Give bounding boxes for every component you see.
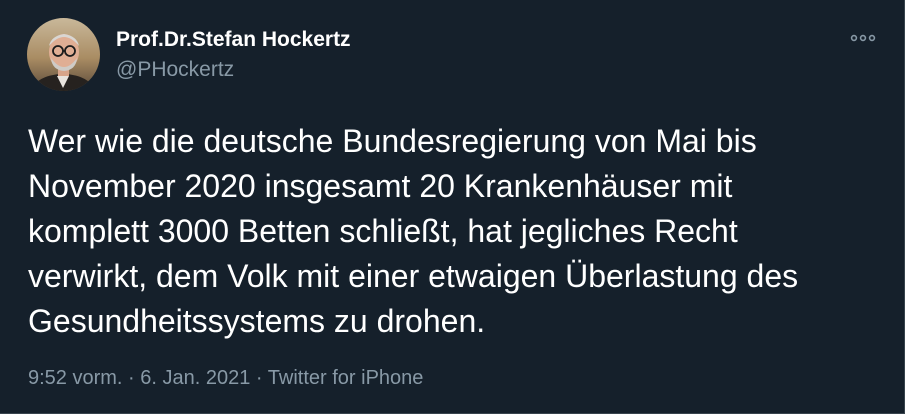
tweet-card: Prof.Dr.Stefan Hockertz @PHockertz Wer w… <box>0 0 905 414</box>
tweet-text: Wer wie die deutsche Bundesregierung von… <box>28 123 799 339</box>
avatar-image <box>27 18 100 91</box>
author-handle[interactable]: @PHockertz <box>116 57 351 83</box>
tweet-date[interactable]: 6. Jan. 2021 <box>140 367 250 389</box>
meta-separator: · <box>122 367 141 389</box>
tweet-author: Prof.Dr.Stefan Hockertz @PHockertz <box>116 27 351 83</box>
more-options-button[interactable] <box>850 28 876 48</box>
tweet-timestamp[interactable]: 9:52 vorm. <box>28 367 122 389</box>
avatar[interactable] <box>27 18 100 91</box>
tweet-metadata: 9:52 vorm. · 6. Jan. 2021 · Twitter for … <box>28 366 423 390</box>
tweet-source[interactable]: Twitter for iPhone <box>268 367 424 389</box>
author-display-name[interactable]: Prof.Dr.Stefan Hockertz <box>116 27 351 53</box>
more-horizontal-icon <box>850 34 876 42</box>
meta-separator: · <box>250 367 268 389</box>
